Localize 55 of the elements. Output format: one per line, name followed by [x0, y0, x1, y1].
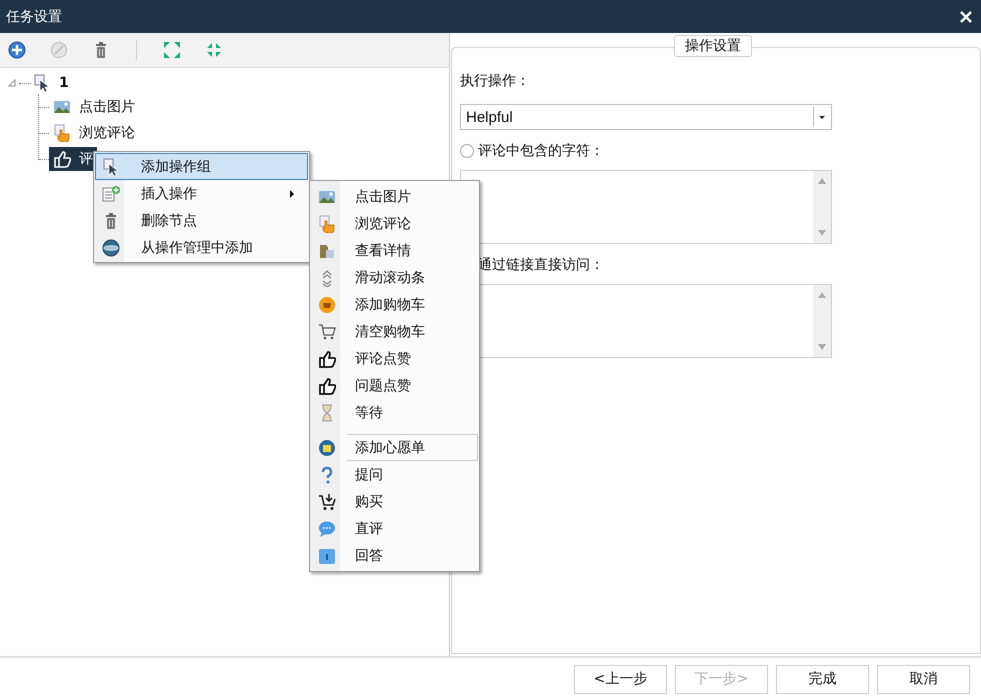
menu-item[interactable]: 评论点赞 [311, 345, 478, 372]
menu-item[interactable]: 添加操作组 [95, 153, 308, 180]
wizard-button[interactable]: 完成 [776, 664, 869, 694]
radio-label: 评论中包含的字符： [478, 142, 604, 160]
menu-item[interactable]: 删除节点 [95, 207, 308, 234]
panel-title: 操作设置 [674, 35, 752, 57]
scroll-down-icon[interactable] [817, 229, 827, 237]
plus-icon[interactable] [8, 41, 26, 59]
menu-item[interactable]: 添加心愿单 [311, 434, 478, 461]
wizard-button[interactable]: <上一步 [574, 664, 667, 694]
collapse-icon[interactable] [205, 41, 223, 59]
tree-node[interactable]: 浏览评论 [49, 121, 139, 145]
thumbs-up-icon [318, 376, 336, 394]
menu-item[interactable]: 插入操作 [95, 180, 308, 207]
expander-icon[interactable] [8, 79, 16, 87]
window-title: 任务设置 [6, 8, 62, 26]
hand-icon [318, 214, 336, 232]
tree-node[interactable]: 1 [59, 75, 69, 91]
tree-node[interactable]: 点击图片 [49, 95, 139, 119]
radio-label: 通过链接直接访问： [478, 256, 604, 274]
tree-node[interactable]: 评 [49, 147, 97, 171]
scroll-down-icon[interactable] [817, 343, 827, 351]
menu-item[interactable]: 购买 [311, 488, 478, 515]
menu-item[interactable]: 提问 [311, 461, 478, 488]
close-icon[interactable] [960, 10, 972, 22]
picture-icon [53, 98, 71, 116]
menu-item[interactable]: 点击图片 [311, 183, 478, 210]
add-list-icon [102, 184, 120, 202]
wizard-button[interactable]: 取消 [877, 664, 970, 694]
scroll-up-icon[interactable] [817, 177, 827, 185]
menu-item[interactable]: 问题点赞 [311, 372, 478, 399]
speech-bubble-icon [318, 520, 336, 538]
globe-icon [102, 238, 120, 256]
menu-item[interactable]: 查看详情 [311, 237, 478, 264]
submenu-arrow-icon [289, 190, 295, 198]
hand-icon [53, 124, 71, 142]
menu-item[interactable]: 直评 [311, 515, 478, 542]
box-icon [318, 546, 336, 564]
menu-item[interactable]: 清空购物车 [311, 318, 478, 345]
action-dropdown[interactable]: Helpful [460, 104, 832, 130]
menu-item[interactable]: 回答 [311, 542, 478, 569]
radio-button[interactable] [460, 144, 474, 158]
thumbs-up-icon [53, 150, 71, 168]
menu-item[interactable]: 等待 [311, 399, 478, 426]
expand-icon[interactable] [163, 41, 181, 59]
field-label: 执行操作： [460, 72, 530, 90]
thumbs-up-icon [318, 350, 336, 368]
menu-item[interactable]: 浏览评论 [311, 210, 478, 237]
menu-item[interactable]: 滑动滚动条 [311, 264, 478, 291]
menu-item[interactable]: 从操作管理中添加 [95, 234, 308, 261]
text-area[interactable] [460, 170, 832, 244]
cursor-icon [102, 158, 120, 176]
scroll-up-icon[interactable] [817, 291, 827, 299]
cursor-icon [33, 74, 51, 92]
menu-item[interactable]: 添加购物车 [311, 291, 478, 318]
